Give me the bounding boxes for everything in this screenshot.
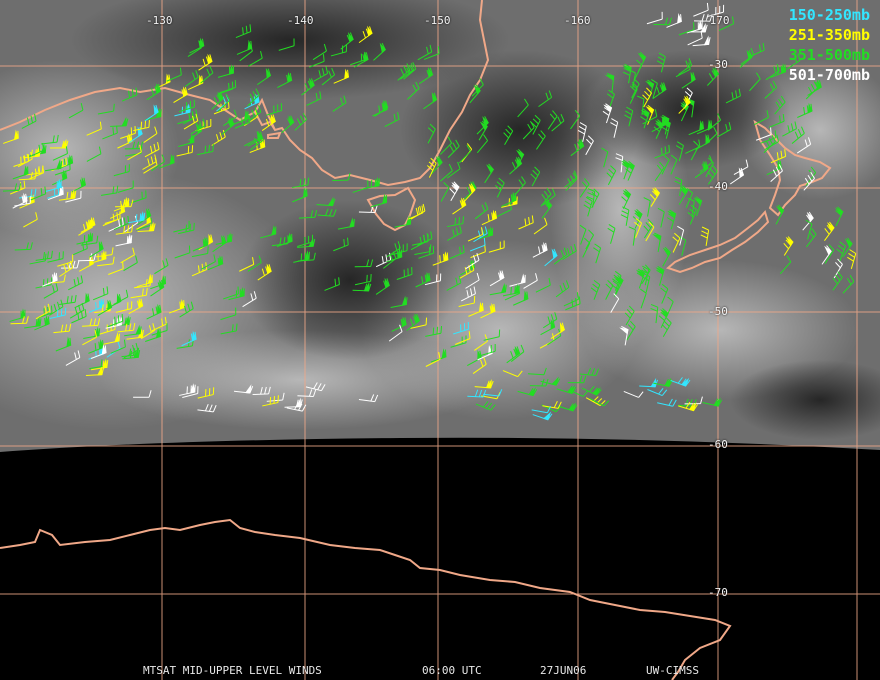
caption-source: UW-CIMSS bbox=[646, 664, 699, 677]
lon-label-130: -130 bbox=[146, 14, 173, 27]
lon-label-170: -170 bbox=[703, 14, 730, 27]
caption-time: 06:00 UTC bbox=[422, 664, 482, 677]
caption-product: MTSAT MID-UPPER LEVEL WINDS bbox=[143, 664, 322, 677]
antarctica-coast bbox=[0, 518, 732, 680]
lat-label-40: -40 bbox=[708, 180, 728, 193]
legend-item-150-250: 150-250mb bbox=[788, 6, 870, 24]
legend-item-501-700: 501-700mb bbox=[788, 66, 870, 84]
lon-label-150: -150 bbox=[424, 14, 451, 27]
pressure-level-legend: 150-250mb 251-350mb 351-500mb 501-700mb bbox=[789, 5, 870, 85]
lon-label-140: -140 bbox=[287, 14, 314, 27]
image-caption: MTSAT MID-UPPER LEVEL WINDS 06:00 UTC 27… bbox=[0, 664, 880, 678]
legend-item-251-350: 251-350mb bbox=[788, 26, 870, 44]
lon-label-160: -160 bbox=[564, 14, 591, 27]
lat-label-60: -60 bbox=[708, 438, 728, 451]
lat-label-30: -30 bbox=[708, 58, 728, 71]
lat-label-70: -70 bbox=[708, 586, 728, 599]
legend-item-351-500: 351-500mb bbox=[788, 46, 870, 64]
lat-label-50: -50 bbox=[708, 305, 728, 318]
satellite-map: -130 -140 -150 -160 -170 -30 -40 -50 -60… bbox=[0, 0, 880, 680]
map-canvas bbox=[0, 0, 880, 680]
caption-date: 27JUN06 bbox=[540, 664, 587, 677]
